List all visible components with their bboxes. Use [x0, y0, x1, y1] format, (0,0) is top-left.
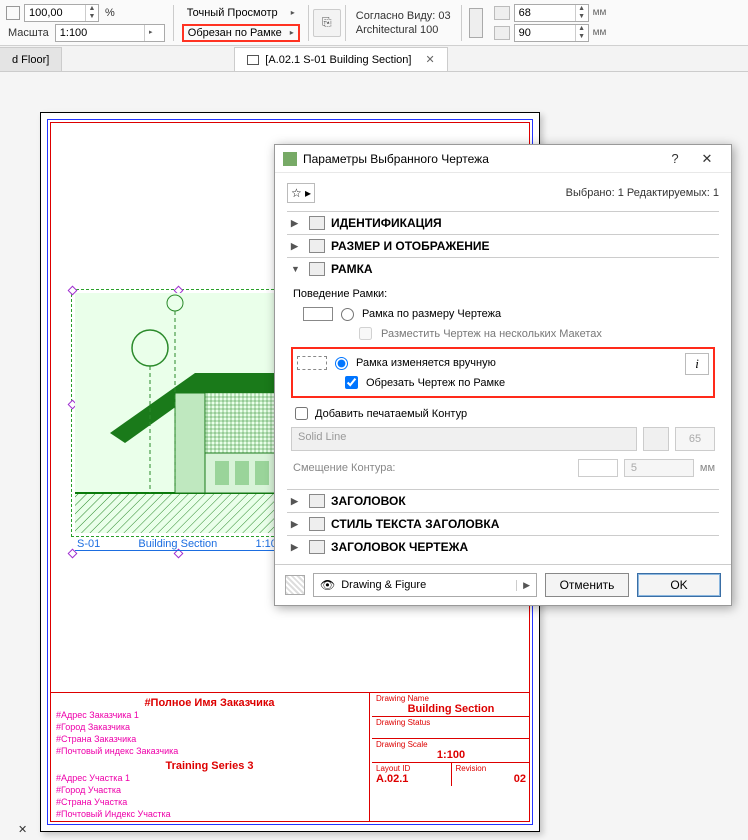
- dwg-scale-value: 1:100: [376, 749, 526, 761]
- title-block: #Полное Имя Заказчика #Адрес Заказчика 1…: [50, 692, 530, 822]
- toolbar-separator: [461, 5, 462, 41]
- revision-label: Revision: [456, 764, 527, 773]
- crop-by-frame-dropdown[interactable]: Обрезан по Рамке▸: [182, 24, 300, 42]
- layer-icon: [285, 575, 305, 595]
- option-manual-resize[interactable]: Рамка изменяется вручную: [297, 353, 677, 373]
- view-tabs: d Floor] [A.02.1 S-01 Building Section] …: [0, 46, 748, 72]
- option-printable-border[interactable]: Добавить печатаемый Контур: [291, 404, 715, 423]
- offset-unit: мм: [700, 462, 715, 474]
- client-country: #Страна Заказчика: [56, 733, 363, 745]
- frame-behavior-label: Поведение Рамки:: [291, 286, 715, 304]
- height-icon: [494, 26, 510, 40]
- zoom-icon: [6, 6, 20, 20]
- top-toolbar: ▲▼ % Масшта ▸ Точный Просмотр▸ Обрезан п…: [0, 0, 748, 46]
- section-frame[interactable]: ▼РАМКА: [287, 258, 719, 280]
- frame-icon: [309, 262, 325, 276]
- size-icon: [309, 239, 325, 253]
- id-icon: [309, 216, 325, 230]
- dialog-titlebar[interactable]: Параметры Выбранного Чертежа ? ✕: [275, 145, 731, 173]
- exact-preview-button[interactable]: Точный Просмотр▸: [182, 4, 300, 22]
- section-sketch: [75, 293, 285, 533]
- pen-number: 65: [675, 427, 715, 451]
- drawing-settings-dialog: Параметры Выбранного Чертежа ? ✕ ☆ ▸ Выб…: [274, 144, 732, 606]
- dwg-title-icon: [309, 540, 325, 554]
- highlighted-frame-options: Рамка изменяется вручную Обрезать Чертеж…: [291, 347, 715, 398]
- dialog-title: Параметры Выбранного Чертежа: [303, 152, 659, 166]
- toolbar-separator: [173, 5, 174, 41]
- option-multi-layout: Разместить Чертеж на нескольких Макетах: [291, 324, 715, 343]
- option-crop-to-frame[interactable]: Обрезать Чертеж по Рамке: [297, 373, 677, 392]
- zoom-unit: %: [103, 7, 117, 19]
- dwg-name-value: Building Section: [376, 703, 526, 715]
- tab-ground-floor[interactable]: d Floor]: [0, 47, 62, 71]
- site-country: #Страна Участка: [56, 796, 363, 808]
- site-zip: #Почтовый Индекс Участка: [56, 808, 363, 820]
- scale-label: Масшта: [6, 27, 51, 39]
- height-input[interactable]: ▲▼: [514, 24, 589, 42]
- cancel-button[interactable]: Отменить: [545, 573, 629, 597]
- line-type-dropdown: Solid Line: [291, 427, 637, 451]
- section-size-display[interactable]: ▶РАЗМЕР И ОТОБРАЖЕНИЕ: [287, 235, 719, 257]
- dwg-name-label: Drawing Name: [376, 694, 526, 703]
- dwg-status-label: Drawing Status: [376, 718, 526, 727]
- visibility-icon: 👁: [320, 578, 335, 592]
- canvas-close-icon[interactable]: ✕: [18, 823, 27, 836]
- client-city: #Город Заказчика: [56, 721, 363, 733]
- series: Training Series 3: [56, 760, 363, 772]
- anchor-icon[interactable]: [469, 8, 483, 38]
- placed-drawing[interactable]: S-01 Building Section 1:100: [75, 293, 285, 533]
- layout-id-value: A.02.1: [376, 773, 447, 785]
- info-button[interactable]: i: [685, 353, 709, 375]
- offset-input: 5: [624, 459, 694, 477]
- section-identification[interactable]: ▶ИДЕНТИФИКАЦИЯ: [287, 212, 719, 234]
- section-title-text-style[interactable]: ▶СТИЛЬ ТЕКСТА ЗАГОЛОВКА: [287, 513, 719, 535]
- app-icon: [283, 152, 297, 166]
- width-input[interactable]: ▲▼: [514, 4, 589, 22]
- toolbar-separator: [345, 5, 346, 41]
- site-addr: #Адрес Участка 1: [56, 772, 363, 784]
- layout-icon: [247, 55, 259, 65]
- fit-icon: [303, 307, 333, 321]
- dwg-scale-label: Drawing Scale: [376, 740, 526, 749]
- close-button[interactable]: ✕: [691, 151, 723, 167]
- ok-button[interactable]: OK: [637, 573, 721, 597]
- width-icon: [494, 6, 510, 20]
- zoom-input[interactable]: ▲▼: [24, 4, 99, 22]
- layer-dropdown[interactable]: 👁 Drawing & Figure ▶: [313, 573, 537, 597]
- revision-value: 02: [456, 773, 527, 785]
- favorites-button[interactable]: ☆ ▸: [287, 183, 315, 203]
- scale-input[interactable]: ▸: [55, 24, 165, 42]
- pen-preview: [643, 427, 669, 451]
- fit-view-line1: Согласно Виду: 03: [354, 10, 453, 22]
- client-addr: #Адрес Заказчика 1: [56, 709, 363, 721]
- close-tab-icon[interactable]: ✕: [425, 53, 434, 66]
- client-name: #Полное Имя Заказчика: [56, 697, 363, 709]
- unit-label: мм: [593, 7, 607, 18]
- unit-label: мм: [593, 27, 607, 38]
- link-toggle-icon[interactable]: ⎘: [313, 9, 341, 37]
- help-button[interactable]: ?: [659, 151, 691, 166]
- section-drawing-title[interactable]: ▶ЗАГОЛОВОК ЧЕРТЕЖА: [287, 536, 719, 558]
- layout-id-label: Layout ID: [376, 764, 447, 773]
- selection-info: Выбрано: 1 Редактируемых: 1: [566, 187, 719, 199]
- drawing-title-bar: S-01 Building Section 1:100: [75, 538, 285, 551]
- title-icon: [309, 494, 325, 508]
- tab-building-section[interactable]: [A.02.1 S-01 Building Section] ✕: [234, 47, 447, 71]
- option-fit-to-drawing[interactable]: Рамка по размеру Чертежа: [291, 304, 715, 324]
- toolbar-separator: [308, 5, 309, 41]
- offset-icon: [578, 459, 618, 477]
- section-title[interactable]: ▶ЗАГОЛОВОК: [287, 490, 719, 512]
- text-style-icon: [309, 517, 325, 531]
- offset-label: Смещение Контура:: [293, 462, 396, 474]
- site-city: #Город Участка: [56, 784, 363, 796]
- client-zip: #Почтовый индекс Заказчика: [56, 745, 363, 757]
- fit-view-line2: Architectural 100: [354, 24, 453, 36]
- manual-icon: [297, 356, 327, 370]
